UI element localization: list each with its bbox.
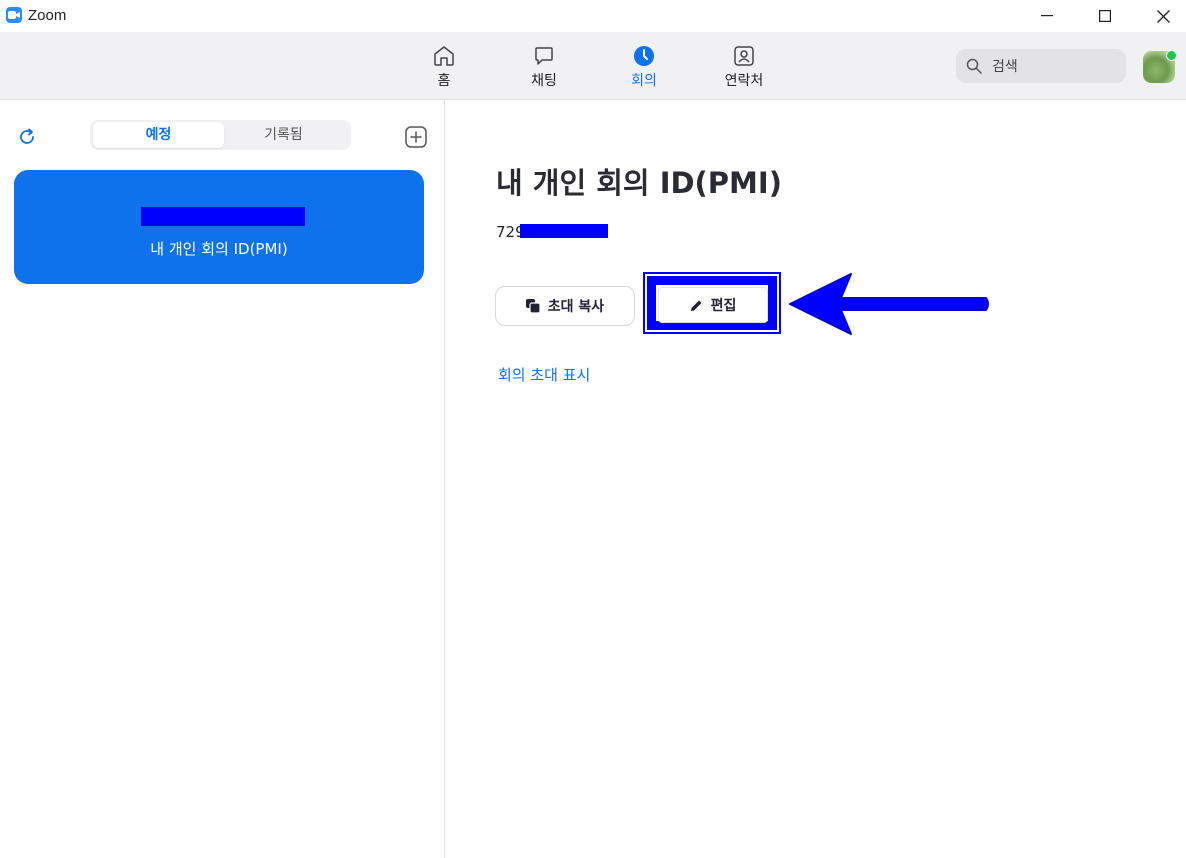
- maximize-icon: [1099, 10, 1111, 22]
- nav-home[interactable]: 홈: [404, 44, 484, 92]
- meeting-card-label: 내 개인 회의 ID(PMI): [150, 240, 288, 258]
- refresh-icon: [20, 128, 34, 144]
- meetings-sidebar: 예정 기록됨 내 개인 회의 ID(PMI): [0, 100, 445, 858]
- nav-meetings[interactable]: 회의: [604, 44, 684, 92]
- show-invitation-link[interactable]: 회의 초대 표시: [498, 364, 590, 385]
- annotation-arrow-icon: [789, 273, 989, 335]
- nav-meetings-label: 회의: [631, 73, 657, 89]
- tab-recorded[interactable]: 기록됨: [218, 122, 349, 148]
- plus-icon: [405, 126, 427, 148]
- nav-home-label: 홈: [437, 73, 451, 89]
- meeting-detail: 내 개인 회의 ID(PMI) 729 초대 복사 편집 회의 초대 표시: [445, 100, 1186, 858]
- app-title: Zoom: [28, 7, 67, 24]
- nav-chat-label: 채팅: [531, 73, 557, 89]
- redaction-box: [141, 207, 305, 226]
- zoom-camera-icon: [6, 7, 22, 23]
- edit-button[interactable]: 편집: [658, 287, 768, 323]
- presence-status-icon: [1166, 50, 1177, 61]
- clock-icon: [604, 44, 684, 68]
- chat-icon: [504, 44, 584, 68]
- minimize-icon: [1041, 15, 1053, 17]
- top-nav: 홈 채팅 회의 연락처: [0, 32, 1186, 100]
- copy-invitation-button[interactable]: 초대 복사: [495, 286, 635, 326]
- search-icon: [966, 58, 982, 74]
- maximize-button[interactable]: [1076, 0, 1134, 32]
- contacts-icon: [704, 44, 784, 68]
- copy-invitation-label: 초대 복사: [547, 299, 605, 315]
- nav-chat[interactable]: 채팅: [504, 44, 584, 92]
- title-bar: Zoom: [0, 0, 1186, 32]
- home-icon: [404, 44, 484, 68]
- search-box[interactable]: [956, 49, 1126, 83]
- minimize-button[interactable]: [1018, 0, 1076, 32]
- redaction-box: [520, 224, 608, 238]
- page-title: 내 개인 회의 ID(PMI): [496, 166, 782, 200]
- copy-icon: [525, 299, 540, 313]
- nav-contacts-label: 연락처: [724, 73, 764, 89]
- close-icon: [1156, 9, 1170, 23]
- tab-upcoming[interactable]: 예정: [93, 122, 224, 148]
- close-button[interactable]: [1134, 0, 1186, 32]
- pencil-icon: [690, 300, 702, 311]
- search-input[interactable]: [990, 55, 1114, 79]
- meeting-tabs: 예정 기록됨: [90, 120, 351, 150]
- add-meeting-button[interactable]: [405, 126, 427, 152]
- pmi-meeting-card[interactable]: 내 개인 회의 ID(PMI): [14, 170, 424, 284]
- nav-contacts[interactable]: 연락처: [704, 44, 784, 92]
- refresh-button[interactable]: [17, 127, 37, 151]
- edit-label: 편집: [710, 298, 737, 314]
